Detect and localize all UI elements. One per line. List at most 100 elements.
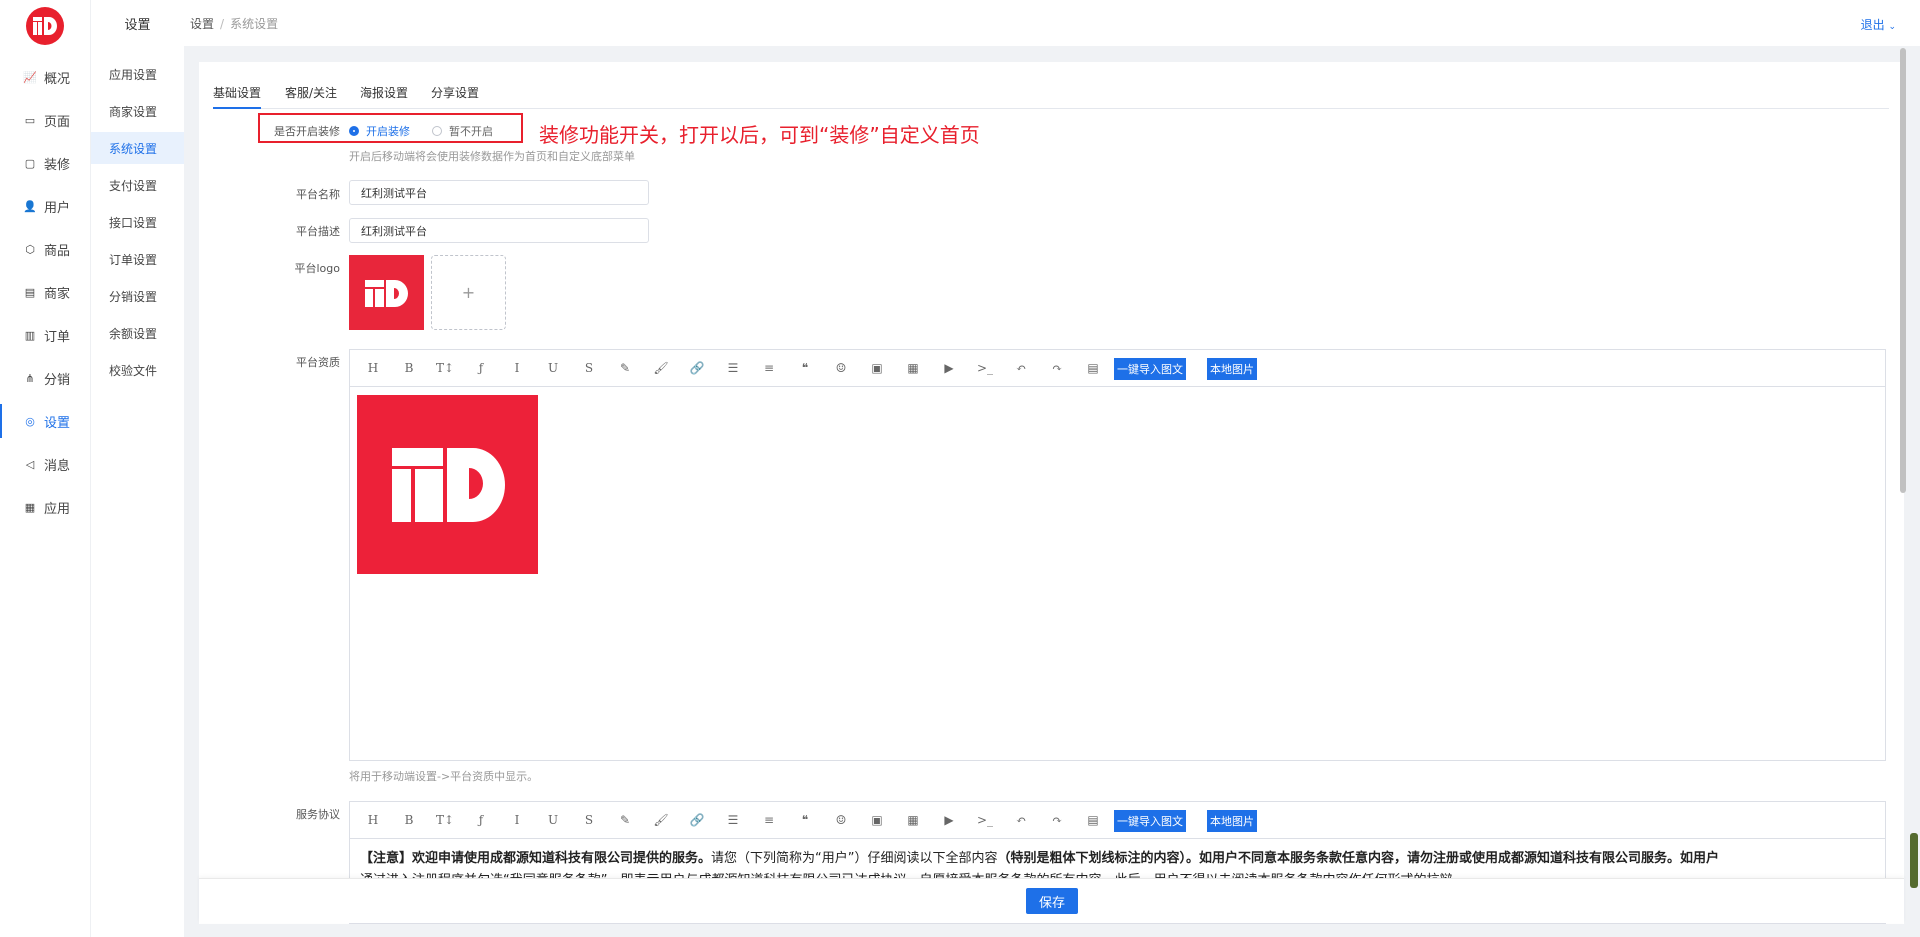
settings-nav-item-0[interactable]: 应用设置: [91, 58, 184, 90]
image-icon[interactable]: ▣: [868, 812, 886, 828]
table-icon[interactable]: ▦: [904, 812, 922, 828]
platform-name-input[interactable]: [349, 180, 649, 205]
nav-item-1[interactable]: ▭ 页面: [0, 103, 91, 137]
redo-icon[interactable]: ↷: [1048, 812, 1066, 828]
video-icon[interactable]: ▶: [940, 360, 958, 376]
nav-item-3[interactable]: 👤 用户: [0, 189, 91, 223]
radio-unchecked-icon: [432, 126, 442, 136]
settings-nav-item-3[interactable]: 支付设置: [91, 169, 184, 201]
undo-icon[interactable]: ↶: [1012, 360, 1030, 376]
strikethrough-icon[interactable]: S: [580, 360, 598, 376]
service-editor-toolbar: H B T↕ ƒ I U S ✎ 🖌 🔗 ☰ ≡ ❝ ☺ ▣ ▦ ▶ >_ ↶ ↷ ▤ 一键导入图文 本地图片: [350, 802, 1885, 839]
annotation-text: 装修功能开关，打开以后，可到“装修”自定义首页: [539, 123, 980, 147]
settings-nav-item-1[interactable]: 商家设置: [91, 95, 184, 127]
plugin-icon[interactable]: ▤: [1084, 360, 1102, 376]
nav-item-6[interactable]: ▥ 订单: [0, 318, 91, 352]
underline-icon[interactable]: U: [544, 812, 562, 828]
nav-item-label: 设置: [44, 415, 71, 431]
decor-off-radio[interactable]: 暂不开启: [432, 123, 493, 139]
settings-nav-item-4[interactable]: 接口设置: [91, 206, 184, 238]
page-scrollbar[interactable]: [1900, 48, 1906, 493]
nav-item-7[interactable]: ⋔ 分销: [0, 361, 91, 395]
logo-upload-button[interactable]: +: [431, 255, 506, 330]
plugin-icon[interactable]: ▤: [1084, 812, 1102, 828]
list-icon[interactable]: ☰: [724, 812, 742, 828]
tab-poster[interactable]: 海报设置: [360, 84, 408, 109]
side-drawer-handle[interactable]: [1910, 833, 1918, 888]
quote-icon[interactable]: ❝: [796, 812, 814, 828]
code-icon[interactable]: >_: [976, 360, 994, 376]
tab-service[interactable]: 客服/关注: [285, 84, 337, 109]
import-article-button[interactable]: 一键导入图文: [1114, 358, 1186, 380]
platform-desc-input[interactable]: [349, 218, 649, 243]
nav-item-9[interactable]: ◁ 消息: [0, 447, 91, 481]
breadcrumb: 设置 / 系统设置: [190, 15, 278, 32]
bold-icon[interactable]: B: [400, 812, 418, 828]
italic-icon[interactable]: I: [508, 812, 526, 828]
settings-nav-item-2[interactable]: 系统设置: [91, 132, 184, 164]
nav-item-0[interactable]: 📈 概况: [0, 60, 91, 94]
qual-help-text: 将用于移动端设置->平台资质中显示。: [349, 770, 539, 783]
save-button[interactable]: 保存: [1026, 888, 1078, 914]
local-image-button[interactable]: 本地图片: [1207, 358, 1257, 380]
logout-button[interactable]: 退出 ⌄: [1861, 16, 1896, 33]
nav-item-8[interactable]: ◎ 设置: [0, 404, 91, 438]
nav-item-10[interactable]: ▦ 应用: [0, 490, 91, 524]
image-icon[interactable]: ▣: [868, 360, 886, 376]
emoji-icon[interactable]: ☺: [832, 812, 850, 828]
align-icon[interactable]: ≡: [760, 360, 778, 376]
local-image-button[interactable]: 本地图片: [1207, 810, 1257, 832]
user-icon: 👤: [23, 199, 37, 213]
nav-item-5[interactable]: ▤ 商家: [0, 275, 91, 309]
align-icon[interactable]: ≡: [760, 812, 778, 828]
undo-icon[interactable]: ↶: [1012, 812, 1030, 828]
list-icon[interactable]: ☰: [724, 360, 742, 376]
link-icon[interactable]: 🔗: [688, 812, 706, 828]
box-icon: ⬡: [25, 242, 35, 256]
nav-item-4[interactable]: ⬡ 商品: [0, 232, 91, 266]
qual-editor-content[interactable]: [350, 387, 1885, 760]
settings-nav-item-8[interactable]: 校验文件: [91, 354, 184, 386]
bold-icon[interactable]: B: [400, 360, 418, 376]
font-size-icon[interactable]: T↕: [436, 360, 454, 376]
font-size-icon[interactable]: T↕: [436, 812, 454, 828]
font-family-icon[interactable]: ƒ: [472, 360, 490, 376]
tab-share[interactable]: 分享设置: [431, 84, 479, 109]
redo-icon[interactable]: ↷: [1048, 360, 1066, 376]
brush-icon[interactable]: 🖌: [652, 360, 670, 376]
underline-icon[interactable]: U: [544, 360, 562, 376]
nav-item-2[interactable]: ▢ 装修: [0, 146, 91, 180]
apps-icon: ▦: [24, 500, 36, 514]
import-article-button[interactable]: 一键导入图文: [1114, 810, 1186, 832]
top-header: 设置 / 系统设置 退出 ⌄: [184, 0, 1920, 46]
brush-icon[interactable]: 🖌: [652, 812, 670, 828]
link-icon[interactable]: 🔗: [688, 360, 706, 376]
italic-icon[interactable]: I: [508, 360, 526, 376]
font-family-icon[interactable]: ƒ: [472, 812, 490, 828]
settings-nav-item-6[interactable]: 分销设置: [91, 280, 184, 312]
highlight-icon[interactable]: ✎: [616, 360, 634, 376]
table-icon[interactable]: ▦: [904, 360, 922, 376]
heading-icon[interactable]: H: [364, 812, 382, 828]
platform-logo-image[interactable]: [349, 255, 424, 330]
order-icon: ▥: [24, 328, 36, 342]
heading-icon[interactable]: H: [364, 360, 382, 376]
video-icon[interactable]: ▶: [940, 812, 958, 828]
code-icon[interactable]: >_: [976, 812, 994, 828]
emoji-icon[interactable]: ☺: [832, 360, 850, 376]
tab-basic[interactable]: 基础设置: [213, 84, 262, 109]
highlight-icon[interactable]: ✎: [616, 812, 634, 828]
settings-nav-item-5[interactable]: 订单设置: [91, 243, 184, 275]
breadcrumb-root[interactable]: 设置: [190, 17, 214, 31]
nav-item-label: 装修: [44, 157, 71, 173]
terms-notice-bold: 【注意】欢迎申请使用成都源知道科技有限公司提供的服务。: [360, 851, 712, 866]
decorate-icon: ▢: [24, 156, 36, 170]
strikethrough-icon[interactable]: S: [580, 812, 598, 828]
settings-nav-item-7[interactable]: 余额设置: [91, 317, 184, 349]
decor-on-radio[interactable]: 开启装修: [349, 123, 410, 139]
quote-icon[interactable]: ❝: [796, 360, 814, 376]
brand-logo[interactable]: [26, 7, 64, 45]
platform-name-label: 平台名称: [296, 188, 340, 201]
terms-text-1: 请您（下列简称为“用户”）仔细阅读以下全部内容: [711, 851, 998, 866]
qual-content-image[interactable]: [357, 395, 538, 574]
